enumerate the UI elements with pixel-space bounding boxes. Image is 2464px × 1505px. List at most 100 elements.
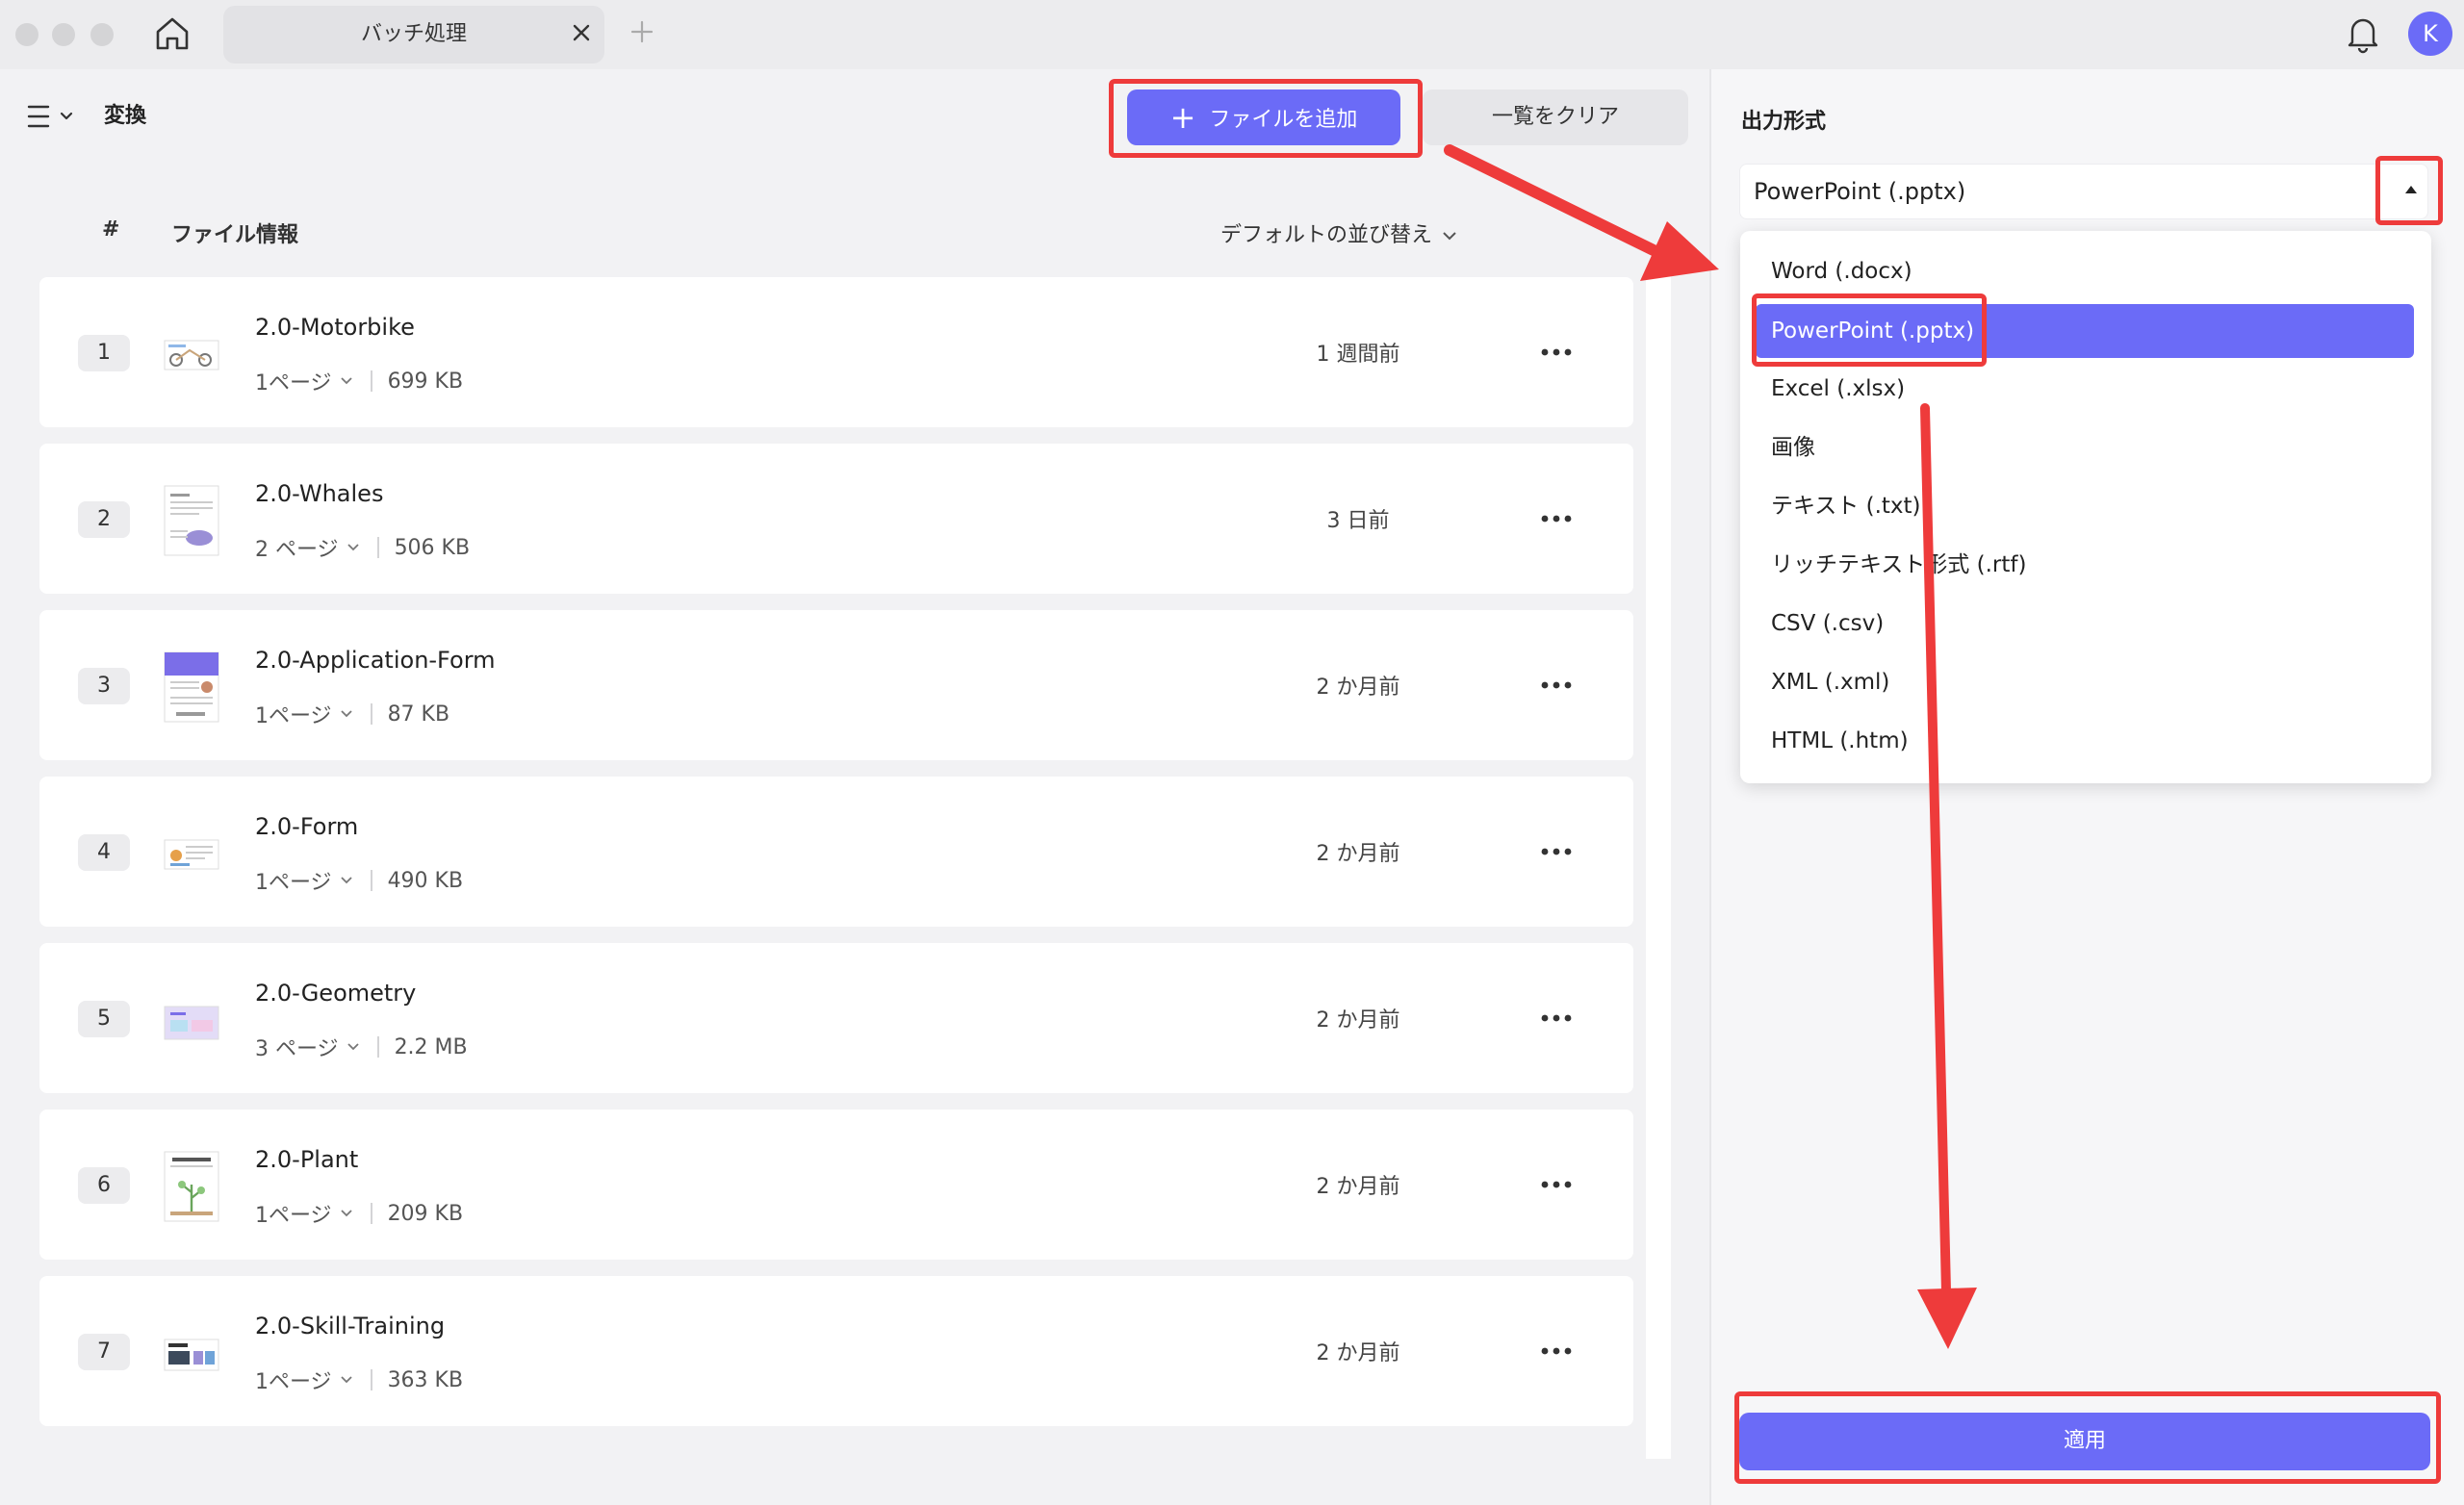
more-options-icon[interactable] — [1537, 840, 1576, 863]
add-files-label: ファイルを追加 — [1209, 108, 1358, 132]
file-date: 1 週間前 — [1316, 343, 1400, 367]
file-thumbnail — [164, 1339, 219, 1371]
divider — [370, 370, 372, 392]
plus-icon: + — [1169, 99, 1196, 136]
format-option-image[interactable]: 画像 — [1771, 421, 2406, 474]
file-size: 699 KB — [387, 369, 464, 394]
file-size: 506 KB — [394, 535, 471, 560]
new-tab-icon[interactable] — [629, 19, 654, 44]
arrow-to-dropdown — [1444, 144, 1719, 281]
page-count-dropdown[interactable]: 1ページ — [255, 1365, 332, 1395]
list-item[interactable]: 3 2.0-Application-Form 1ページ 87 KB 2 か月前 — [39, 610, 1633, 760]
page-count-dropdown[interactable]: 1ページ — [255, 699, 332, 729]
page-count-dropdown[interactable]: 3 ページ — [255, 1032, 339, 1062]
window-minimize-control[interactable] — [52, 23, 75, 46]
more-options-icon[interactable] — [1537, 1007, 1576, 1030]
file-list: 1 2.0-Motorbike 1ページ 699 KB 1 週間前 2 2.0-… — [39, 277, 1633, 1442]
row-number: 2 — [78, 501, 130, 538]
row-number: 3 — [78, 668, 130, 704]
format-option-html[interactable]: HTML (.htm) — [1771, 714, 2406, 768]
home-icon[interactable] — [152, 13, 192, 54]
avatar[interactable]: K — [2408, 12, 2452, 56]
file-meta: 1ページ 699 KB — [255, 366, 463, 396]
clear-list-button[interactable]: 一覧をクリア — [1423, 89, 1688, 145]
more-options-icon[interactable] — [1537, 1173, 1576, 1196]
row-number: 4 — [78, 834, 130, 871]
more-options-icon[interactable] — [1537, 674, 1576, 697]
file-date: 2 か月前 — [1316, 842, 1400, 866]
sort-label: デフォルトの並び替え — [1220, 223, 1433, 247]
file-name: 2.0-Application-Form — [255, 647, 496, 674]
chevron-down-icon — [340, 1376, 352, 1384]
file-date: 2 か月前 — [1316, 1341, 1400, 1365]
more-options-icon[interactable] — [1537, 507, 1576, 530]
menu-icon[interactable] — [27, 102, 77, 131]
file-name: 2.0-Skill-Training — [255, 1313, 446, 1339]
divider — [376, 537, 379, 558]
more-options-icon[interactable] — [1537, 341, 1576, 364]
divider — [376, 1036, 379, 1058]
output-format-label: 出力形式 — [1741, 110, 1827, 134]
page-title: 変換 — [104, 104, 147, 128]
apply-button[interactable]: 適用 — [1739, 1413, 2430, 1470]
file-date: 2 か月前 — [1316, 676, 1400, 700]
list-item[interactable]: 7 2.0-Skill-Training 1ページ 363 KB 2 か月前 — [39, 1276, 1633, 1426]
divider — [370, 703, 372, 725]
file-meta: 2 ページ 506 KB — [255, 532, 470, 563]
window-zoom-control[interactable] — [90, 23, 114, 46]
format-option-xml[interactable]: XML (.xml) — [1771, 655, 2406, 709]
tab-title: バッチ処理 — [360, 22, 467, 46]
file-thumbnail — [164, 1151, 219, 1222]
window-close-control[interactable] — [15, 23, 38, 46]
format-option-powerpoint[interactable]: PowerPoint (.pptx) — [1756, 304, 2414, 358]
page-count-dropdown[interactable]: 1ページ — [255, 865, 332, 896]
page-count-dropdown[interactable]: 1ページ — [255, 366, 332, 396]
row-number: 7 — [78, 1334, 130, 1370]
format-option-word[interactable]: Word (.docx) — [1771, 244, 2406, 298]
chevron-down-icon — [346, 544, 359, 551]
row-number: 6 — [78, 1167, 130, 1204]
list-item[interactable]: 4 2.0-Form 1ページ 490 KB 2 か月前 — [39, 777, 1633, 927]
sort-dropdown[interactable]: デフォルトの並び替え — [1220, 217, 1457, 248]
list-item[interactable]: 6 2.0-Plant 1ページ 209 KB 2 か月前 — [39, 1110, 1633, 1260]
output-format-value: PowerPoint (.pptx) — [1754, 178, 1966, 205]
list-scrollbar[interactable] — [1646, 269, 1671, 1459]
caret-up-icon[interactable] — [2402, 183, 2420, 196]
format-option-text[interactable]: テキスト (.txt) — [1771, 479, 2406, 533]
chevron-down-icon — [346, 1043, 359, 1051]
list-item[interactable]: 5 2.0-Geometry 3 ページ 2.2 MB 2 か月前 — [39, 943, 1633, 1093]
file-size: 490 KB — [387, 868, 464, 893]
file-meta: 1ページ 363 KB — [255, 1365, 463, 1395]
file-date: 3 日前 — [1326, 509, 1390, 533]
file-size: 363 KB — [387, 1367, 464, 1392]
format-option-rtf[interactable]: リッチテキスト形式 (.rtf) — [1771, 538, 2406, 592]
more-options-icon[interactable] — [1537, 1339, 1576, 1363]
page-count-dropdown[interactable]: 1ページ — [255, 1198, 332, 1229]
format-option-csv[interactable]: CSV (.csv) — [1771, 597, 2406, 650]
file-thumbnail — [164, 651, 219, 723]
format-option-excel[interactable]: Excel (.xlsx) — [1771, 362, 2406, 416]
chevron-down-icon — [340, 1210, 352, 1217]
page-count-dropdown[interactable]: 2 ページ — [255, 532, 339, 563]
chevron-down-icon — [340, 710, 352, 718]
title-bar: バッチ処理 K — [0, 0, 2464, 69]
output-format-select[interactable]: PowerPoint (.pptx) — [1739, 164, 2428, 219]
divider — [370, 1369, 372, 1390]
column-header-file-info: ファイル情報 — [171, 223, 299, 247]
file-thumbnail — [164, 839, 219, 870]
tab-batch-process[interactable]: バッチ処理 — [223, 6, 604, 64]
close-icon[interactable] — [570, 21, 593, 44]
list-item[interactable]: 2 2.0-Whales 2 ページ 506 KB 3 日前 — [39, 444, 1633, 594]
file-thumbnail — [164, 1006, 219, 1040]
list-item[interactable]: 1 2.0-Motorbike 1ページ 699 KB 1 週間前 — [39, 277, 1633, 427]
file-meta: 1ページ 490 KB — [255, 865, 463, 896]
file-meta: 3 ページ 2.2 MB — [255, 1032, 468, 1062]
add-files-button[interactable]: + ファイルを追加 — [1127, 89, 1400, 145]
file-date: 2 か月前 — [1316, 1175, 1400, 1199]
column-header-number: # — [102, 217, 120, 242]
bell-icon[interactable] — [2345, 13, 2381, 54]
file-meta: 1ページ 87 KB — [255, 699, 449, 729]
file-size: 87 KB — [387, 701, 450, 727]
file-thumbnail — [164, 485, 219, 556]
divider — [370, 870, 372, 891]
